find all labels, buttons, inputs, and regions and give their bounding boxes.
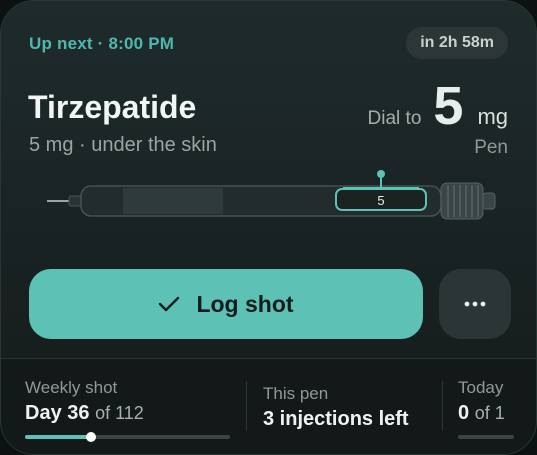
more-options-button[interactable] (439, 269, 511, 339)
medication-reservoir (123, 188, 223, 214)
pen-illustration: 5 (47, 170, 496, 220)
up-next-label: Up next · 8:00 PM (29, 34, 175, 53)
today-progress-track (458, 435, 514, 439)
dial-value: 5 (433, 76, 464, 136)
check-icon (159, 296, 180, 312)
device-type: Pen (474, 137, 508, 158)
stats-separator-1 (246, 381, 247, 431)
plunger-button (482, 192, 496, 210)
weekly-shot-value: Day 36 of 112 (25, 402, 144, 425)
weekly-shot-label: Weekly shot (25, 378, 118, 397)
today-label: Today (458, 378, 504, 397)
today-value: 0 of 1 (458, 402, 505, 425)
weekly-progress-track (25, 432, 230, 442)
dose-window-value: 5 (377, 193, 384, 208)
this-pen-label: This pen (263, 384, 329, 403)
log-shot-button[interactable]: Log shot (29, 269, 423, 339)
eta-badge: in 2h 58m (406, 27, 508, 59)
dial-unit: mg (477, 104, 508, 129)
dial-label: Dial to (367, 108, 422, 129)
today-total: of 1 (474, 403, 505, 423)
weekly-progress-knob (85, 432, 96, 442)
weekly-shot-day: Day 36 (25, 402, 90, 424)
log-shot-label: Log shot (196, 290, 294, 317)
this-pen-value: 3 injections left (263, 408, 409, 430)
weekly-shot-total: of 112 (95, 403, 144, 423)
dose-pointer-dot (377, 170, 385, 178)
next-dose-card: Up next · 8:00 PM in 2h 58m Tirzepatide … (0, 0, 537, 455)
more-horizontal-icon (464, 301, 486, 307)
today-count: 0 (458, 402, 470, 424)
dial-dose: Dial to 5 mg (368, 79, 508, 133)
medication-detail: 5 mg · under the skin (29, 134, 217, 156)
medication-name: Tirzepatide (28, 89, 197, 125)
weekly-progress-fill (25, 435, 91, 439)
stats-separator-2 (442, 381, 443, 431)
